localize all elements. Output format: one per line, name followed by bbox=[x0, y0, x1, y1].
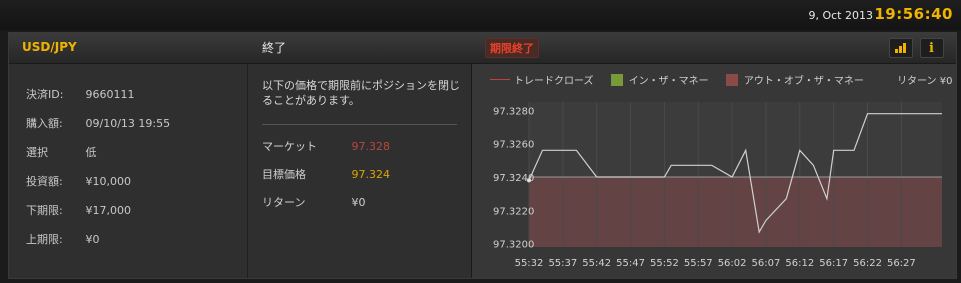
market-label: マーケット bbox=[262, 140, 317, 153]
detail-label: 下期限: bbox=[26, 204, 63, 217]
panel-header: USD/JPY 終了 期限終了 i bbox=[9, 33, 956, 64]
detail-value: ¥17,000 bbox=[85, 204, 132, 217]
target-row: 目標価格 97.324 bbox=[262, 166, 390, 182]
detail-row: 選択 低 bbox=[26, 144, 97, 160]
detail-label: 投資額: bbox=[26, 175, 63, 188]
detail-value: ¥0 bbox=[85, 233, 100, 246]
info-button[interactable]: i bbox=[920, 38, 944, 58]
x-tick-label: 55:37 bbox=[548, 258, 577, 269]
detail-label: 選択 bbox=[26, 146, 48, 159]
target-label: 目標価格 bbox=[262, 168, 306, 181]
detail-row: 購入額: 09/10/13 19:55 bbox=[26, 115, 170, 131]
info-icon: i bbox=[929, 41, 934, 56]
x-tick-label: 55:52 bbox=[650, 258, 679, 269]
x-tick-label: 56:27 bbox=[887, 258, 916, 269]
x-tick-label: 56:07 bbox=[752, 258, 781, 269]
x-tick-label: 56:22 bbox=[853, 258, 882, 269]
price-chart: 97.3280 97.3260 97.3240 97.3220 97.3200 55:32… bbox=[493, 102, 942, 269]
current-date: 9, Oct 2013 bbox=[808, 9, 873, 22]
detail-label: 決済ID: bbox=[26, 88, 64, 101]
out-of-money-region bbox=[529, 177, 942, 247]
detail-row: 下期限: ¥17,000 bbox=[26, 202, 131, 218]
top-bar: 9, Oct 2013 19:56:40 bbox=[0, 0, 961, 30]
x-tick-label: 56:17 bbox=[819, 258, 848, 269]
detail-value: 低 bbox=[85, 146, 97, 159]
chart-button[interactable] bbox=[889, 38, 913, 58]
return-value: ¥0 bbox=[351, 196, 366, 209]
detail-label: 購入額: bbox=[26, 117, 63, 130]
trade-panel: USD/JPY 終了 期限終了 i 決済ID: 9660111 購入額: 09/… bbox=[8, 32, 957, 279]
y-tick-label: 97.3240 bbox=[493, 173, 534, 184]
x-tick-label: 56:12 bbox=[785, 258, 814, 269]
detail-row: 決済ID: 9660111 bbox=[26, 86, 135, 102]
target-value: 97.324 bbox=[351, 168, 391, 181]
divider bbox=[262, 124, 457, 125]
detail-value: 9660111 bbox=[85, 88, 135, 101]
return-row: リターン ¥0 bbox=[262, 194, 366, 210]
x-tick-label: 55:47 bbox=[616, 258, 645, 269]
y-tick-label: 97.3260 bbox=[493, 140, 534, 151]
y-tick-label: 97.3200 bbox=[493, 240, 534, 251]
close-note: 以下の価格で期限前にポジションを閉じることがあります。 bbox=[262, 79, 460, 107]
x-tick-label: 56:02 bbox=[718, 258, 747, 269]
entry-point-marker bbox=[527, 178, 531, 183]
current-time: 19:56:40 bbox=[874, 5, 953, 23]
detail-value: 09/10/13 19:55 bbox=[85, 117, 171, 130]
detail-row: 投資額: ¥10,000 bbox=[26, 173, 131, 189]
detail-value: ¥10,000 bbox=[85, 175, 132, 188]
close-position-info: 以下の価格で期限前にポジションを閉じることがあります。 マーケット 97.328… bbox=[248, 64, 472, 278]
market-row: マーケット 97.328 bbox=[262, 138, 390, 154]
trade-status: 終了 bbox=[262, 41, 287, 55]
x-tick-label: 55:42 bbox=[582, 258, 611, 269]
market-value: 97.328 bbox=[351, 140, 391, 153]
trade-details: 決済ID: 9660111 購入額: 09/10/13 19:55 選択 低 投… bbox=[9, 64, 248, 278]
y-tick-label: 97.3280 bbox=[493, 106, 534, 117]
x-tick-label: 55:32 bbox=[515, 258, 544, 269]
detail-label: 上期限: bbox=[26, 233, 63, 246]
currency-pair: USD/JPY bbox=[22, 40, 77, 54]
price-chart-area: トレードクローズ イン・ザ・マネー アウト・オブ・ザ・マネー リターン ¥0 9… bbox=[472, 64, 956, 278]
x-tick-label: 55:57 bbox=[684, 258, 713, 269]
expired-badge: 期限終了 bbox=[485, 38, 539, 58]
return-label: リターン bbox=[262, 196, 306, 209]
y-tick-label: 97.3220 bbox=[493, 206, 534, 217]
detail-row: 上期限: ¥0 bbox=[26, 231, 100, 247]
